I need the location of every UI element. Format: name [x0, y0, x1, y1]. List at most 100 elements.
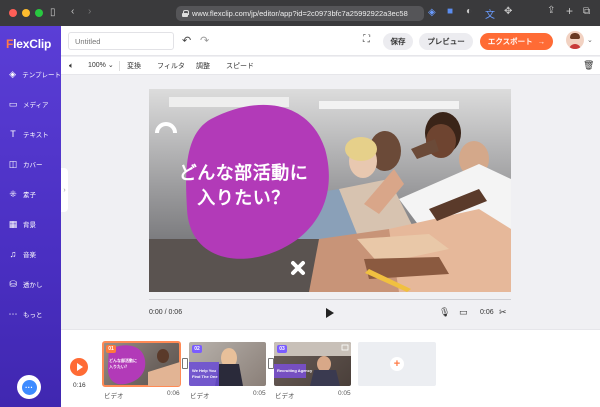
zoom-value: 100%: [88, 62, 106, 69]
back-icon[interactable]: ‹: [71, 6, 74, 17]
fullscreen-icon[interactable]: ⛶: [363, 34, 370, 45]
sidebar-item-watermark[interactable]: ⛁ 透かし: [0, 273, 61, 295]
sidebar-item-label: 背景: [23, 222, 36, 229]
sidebar-item-template[interactable]: ◈ テンプレート: [0, 63, 61, 85]
logo-text: lexClip: [13, 37, 52, 51]
extension-icon[interactable]: ✥: [504, 6, 512, 17]
clip-caption: We Help You: [192, 368, 217, 373]
timeline-clip-2[interactable]: 02 We Help You Find The One: [189, 342, 266, 386]
sidebar: FlexClip ◈ テンプレート ▭ メディア T テキスト ◫ カバー ⁜ …: [0, 26, 61, 407]
trash-icon[interactable]: 🗑︎: [583, 60, 594, 71]
timeline-clip-3[interactable]: 03 Recruiting Agency: [274, 342, 351, 386]
filter-button[interactable]: フィルタ: [157, 61, 185, 71]
volume-icon[interactable]: 🔈︎: [69, 61, 74, 71]
lock-icon: [182, 10, 189, 17]
sidebar-item-label: 素子: [23, 192, 36, 199]
current-time: 0:00 / 0:06: [149, 309, 183, 316]
add-clip-button[interactable]: +: [358, 342, 436, 386]
translate-icon[interactable]: 文: [485, 6, 495, 21]
total-time: 0:16: [73, 382, 86, 389]
cover-icon: ◫: [8, 158, 18, 169]
clip-type-label: ビデオ: [190, 393, 210, 400]
export-button[interactable]: エクスポート →: [480, 33, 553, 50]
subtitle-icon[interactable]: ▭: [459, 307, 468, 318]
clip-number: 02: [192, 345, 202, 353]
maximize-window-button[interactable]: [35, 9, 43, 17]
timeline-clip-1[interactable]: 01 どんな部活動に 入りたい？: [102, 341, 181, 387]
clip-number: 03: [277, 345, 287, 353]
video-title-text[interactable]: どんな部活動に 入りたい？: [149, 161, 338, 211]
tabs-overview-icon[interactable]: ⧉: [583, 6, 590, 17]
sidebar-item-label: メディア: [23, 102, 49, 109]
url-text: www.flexclip.com/jp/editor/app?id=2c0973…: [192, 9, 408, 18]
sidebar-item-elements[interactable]: ⁜ 素子: [0, 183, 61, 205]
minimize-window-button[interactable]: [22, 9, 30, 17]
play-button[interactable]: [70, 358, 88, 376]
password-icon[interactable]: ■: [447, 6, 453, 17]
sidebar-item-label: テキスト: [23, 132, 49, 139]
url-bar[interactable]: www.flexclip.com/jp/editor/app?id=2c0973…: [176, 6, 424, 21]
export-button-label: エクスポート: [487, 37, 533, 46]
seek-bar[interactable]: [149, 299, 511, 300]
share-icon[interactable]: ⇪: [547, 5, 555, 16]
half-circle-icon[interactable]: ◐: [466, 6, 472, 17]
close-window-button[interactable]: [9, 9, 17, 17]
clip-caption: Find The One: [192, 374, 218, 379]
clip-duration: 0:05: [338, 390, 351, 397]
clip-caption: どんな部活動に: [109, 358, 137, 363]
new-tab-icon[interactable]: +: [566, 4, 573, 18]
sidebar-collapse-handle[interactable]: ›: [61, 168, 68, 212]
save-button[interactable]: 保存: [383, 33, 413, 50]
sidebar-item-music[interactable]: ♫ 音楽: [0, 243, 61, 265]
sidebar-item-more[interactable]: ⋯ もっと: [0, 303, 61, 325]
zoom-select[interactable]: 100% ⌄: [88, 61, 114, 69]
chevron-down-icon[interactable]: ⌄: [587, 36, 593, 44]
transition-icon[interactable]: [182, 358, 188, 369]
clip-caption: 入りたい？: [109, 364, 129, 369]
background-icon: ▦: [8, 218, 18, 229]
text-icon: T: [10, 129, 16, 139]
elements-icon: ⁜: [9, 188, 17, 199]
canvas-area: どんな部活動に 入りたい？ 0:00 / 0:06 🎙︎ ▭ 0:06 ✂: [68, 76, 600, 329]
media-folder-icon: ▭: [8, 98, 18, 109]
project-title-input[interactable]: [68, 32, 174, 50]
clip-number: 01: [106, 345, 116, 353]
sidebar-item-label: テンプレート: [22, 72, 61, 79]
more-icon: ⋯: [8, 308, 18, 319]
sidebar-item-label: 音楽: [23, 252, 36, 259]
window-controls: [9, 9, 43, 17]
sidebar-item-background[interactable]: ▦ 背景: [0, 213, 61, 235]
sidebar-item-media[interactable]: ▭ メディア: [0, 93, 61, 115]
duration-time: 0:06: [480, 309, 494, 316]
forward-icon[interactable]: ›: [88, 6, 91, 17]
flexclip-logo[interactable]: FlexClip: [6, 37, 51, 51]
user-avatar[interactable]: [566, 31, 584, 49]
sidebar-toggle-icon[interactable]: ▯: [50, 7, 56, 18]
chevron-down-icon: ⌄: [107, 62, 114, 69]
chat-button[interactable]: ···: [17, 375, 41, 399]
adjust-button[interactable]: 調整: [196, 61, 210, 71]
preview-button[interactable]: プレビュー: [419, 33, 473, 50]
clip-duration: 0:06: [167, 390, 180, 397]
convert-button[interactable]: 変換: [127, 61, 141, 71]
sidebar-item-text[interactable]: T テキスト: [0, 123, 61, 145]
shield-icon[interactable]: ◈: [428, 7, 436, 18]
watermark-icon: ⛁: [9, 278, 17, 289]
play-icon[interactable]: [326, 308, 334, 318]
title-line-2: 入りたい？: [197, 188, 290, 209]
redo-icon[interactable]: ↷: [200, 34, 209, 47]
clip-type-label: ビデオ: [104, 393, 124, 400]
speed-button[interactable]: スピード: [226, 61, 254, 71]
clip-toolbar: 🔈︎ 100% ⌄ 変換 フィルタ 調整 スピード 🗑︎: [61, 57, 600, 75]
microphone-icon[interactable]: 🎙︎: [439, 307, 450, 318]
chevron-right-icon: ›: [63, 186, 66, 194]
clip-duration: 0:05: [253, 390, 266, 397]
plus-icon: +: [390, 357, 404, 371]
sidebar-item-label: カバー: [23, 162, 43, 169]
scissors-icon[interactable]: ✂: [499, 307, 507, 318]
video-preview[interactable]: どんな部活動に 入りたい？: [149, 89, 511, 292]
sidebar-item-cover[interactable]: ◫ カバー: [0, 153, 61, 175]
undo-icon[interactable]: ↶: [182, 34, 191, 47]
arrow-right-icon: →: [537, 37, 546, 46]
divider: [119, 61, 120, 71]
